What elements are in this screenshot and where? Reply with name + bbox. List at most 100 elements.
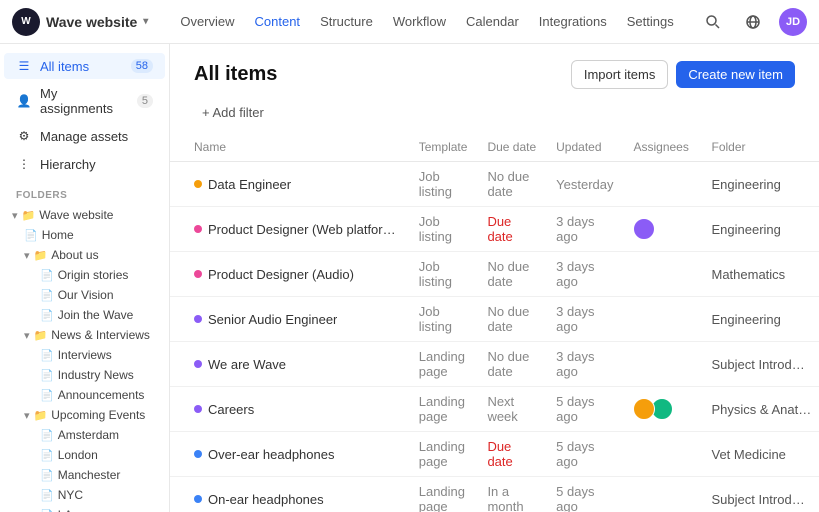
folder-label: Announcements xyxy=(58,388,157,402)
cell-folder: Vet Medicine xyxy=(701,432,819,477)
nav-calendar[interactable]: Calendar xyxy=(458,10,527,33)
cell-assignees xyxy=(623,387,701,432)
folder-icon: 📁 xyxy=(34,249,48,262)
site-chevron-icon[interactable]: ▾ xyxy=(143,16,148,27)
nav-structure[interactable]: Structure xyxy=(312,10,381,33)
status-dot xyxy=(194,405,202,413)
manage-assets-icon: ⚙ xyxy=(16,128,32,144)
folder-nyc[interactable]: 📄 NYC xyxy=(4,485,165,505)
page-icon: 📄 xyxy=(40,269,54,282)
folder-origin-stories[interactable]: 📄 Origin stories xyxy=(4,265,165,285)
nav-integrations[interactable]: Integrations xyxy=(531,10,615,33)
my-assignments-label: My assignments xyxy=(40,86,129,116)
folder-upcoming-events[interactable]: ▾ 📁 Upcoming Events xyxy=(4,405,165,425)
folder-about-us[interactable]: ▾ 📁 About us xyxy=(4,245,165,265)
col-updated[interactable]: Updated xyxy=(546,132,623,162)
table-row[interactable]: We are WaveLanding pageNo due date3 days… xyxy=(170,342,819,387)
user-avatar[interactable]: JD xyxy=(779,8,807,36)
folder-our-vision[interactable]: 📄 Our Vision xyxy=(4,285,165,305)
item-name[interactable]: We are Wave xyxy=(208,357,286,372)
item-name[interactable]: Careers xyxy=(208,402,254,417)
folder-manchester[interactable]: 📄 Manchester xyxy=(4,465,165,485)
status-dot xyxy=(194,315,202,323)
folder-announcements[interactable]: 📄 Announcements xyxy=(4,385,165,405)
col-template[interactable]: Template xyxy=(409,132,478,162)
globe-button[interactable] xyxy=(739,8,767,36)
nav-workflow[interactable]: Workflow xyxy=(385,10,454,33)
sidebar-item-hierarchy[interactable]: ⋮ Hierarchy xyxy=(4,151,165,177)
table-row[interactable]: Over-ear headphonesLanding pageDue date5… xyxy=(170,432,819,477)
main-layout: ☰ All items 58 👤 My assignments 5 ⚙ Mana… xyxy=(0,44,819,512)
col-assignees[interactable]: Assignees xyxy=(623,132,701,162)
folder-label: About us xyxy=(51,248,157,262)
folder-interviews[interactable]: 📄 Interviews xyxy=(4,345,165,365)
table-row[interactable]: Data EngineerJob listingNo due dateYeste… xyxy=(170,162,819,207)
sidebar-item-manage-assets[interactable]: ⚙ Manage assets xyxy=(4,123,165,149)
import-button[interactable]: Import items xyxy=(571,60,669,89)
create-new-item-button[interactable]: Create new item xyxy=(676,61,795,88)
cell-updated: Yesterday xyxy=(546,162,623,207)
page-icon: 📄 xyxy=(24,229,38,242)
folder-la[interactable]: 📄 LA xyxy=(4,505,165,512)
cell-name: Product Designer (Audio) xyxy=(170,252,409,297)
item-name[interactable]: Product Designer (Audio) xyxy=(208,267,354,282)
items-table-wrap: Name Template Due date Updated Assignees… xyxy=(170,132,819,512)
col-due-date[interactable]: Due date xyxy=(477,132,546,162)
col-folder[interactable]: Folder xyxy=(701,132,819,162)
nav-content[interactable]: Content xyxy=(247,10,309,33)
hierarchy-icon: ⋮ xyxy=(16,156,32,172)
nav-right: JD xyxy=(699,8,807,36)
folder-icon: ▾ xyxy=(12,209,18,222)
page-icon: 📄 xyxy=(40,289,54,302)
cell-assignees xyxy=(623,207,701,252)
item-name[interactable]: Data Engineer xyxy=(208,177,291,192)
folder-name: Engineering xyxy=(711,177,780,192)
nav-overview[interactable]: Overview xyxy=(172,10,242,33)
cell-due-date: No due date xyxy=(477,342,546,387)
cell-name: Senior Audio Engineer xyxy=(170,297,409,342)
page-icon: 📄 xyxy=(40,469,54,482)
top-navigation: W Wave website ▾ Overview Content Struct… xyxy=(0,0,819,44)
folder-tree: ▾ 📁 Wave website 📄 Home ▾ 📁 About us 📄 O… xyxy=(0,205,169,512)
cell-assignees xyxy=(623,342,701,387)
folder-label: Our Vision xyxy=(58,288,157,302)
folder-london[interactable]: 📄 London xyxy=(4,445,165,465)
page-icon: 📄 xyxy=(40,369,54,382)
my-assignments-count: 5 xyxy=(137,94,153,108)
manage-assets-label: Manage assets xyxy=(40,129,153,144)
item-name[interactable]: On-ear headphones xyxy=(208,492,324,507)
item-name[interactable]: Senior Audio Engineer xyxy=(208,312,337,327)
folder-label: Industry News xyxy=(58,368,157,382)
nav-settings[interactable]: Settings xyxy=(619,10,682,33)
table-row[interactable]: CareersLanding pageNext week5 days agoPh… xyxy=(170,387,819,432)
cell-folder: Subject Introd… xyxy=(701,477,819,512)
cell-updated: 3 days ago xyxy=(546,207,623,252)
table-row[interactable]: Product Designer (Audio)Job listingNo du… xyxy=(170,252,819,297)
cell-due-date: Next week xyxy=(477,387,546,432)
folder-wave-website[interactable]: ▾ 📁 Wave website xyxy=(4,205,165,225)
table-row[interactable]: On-ear headphonesLanding pageIn a month5… xyxy=(170,477,819,512)
item-name[interactable]: Product Designer (Web platfor… xyxy=(208,222,396,237)
folder-industry-news[interactable]: 📄 Industry News xyxy=(4,365,165,385)
folder-amsterdam[interactable]: 📄 Amsterdam xyxy=(4,425,165,445)
folder-news-interviews[interactable]: ▾ 📁 News & Interviews xyxy=(4,325,165,345)
table-row[interactable]: Product Designer (Web platfor… Job listin… xyxy=(170,207,819,252)
sidebar-item-all-items[interactable]: ☰ All items 58 xyxy=(4,53,165,79)
sidebar-item-my-assignments[interactable]: 👤 My assignments 5 xyxy=(4,81,165,121)
table-row[interactable]: Senior Audio EngineerJob listingNo due d… xyxy=(170,297,819,342)
folder-label: Interviews xyxy=(58,348,157,362)
cell-assignees xyxy=(623,477,701,512)
item-name[interactable]: Over-ear headphones xyxy=(208,447,334,462)
add-filter-button[interactable]: + Add filter xyxy=(194,101,272,124)
cell-template: Job listing xyxy=(409,207,478,252)
search-button[interactable] xyxy=(699,8,727,36)
col-name[interactable]: Name xyxy=(170,132,409,162)
all-items-icon: ☰ xyxy=(16,58,32,74)
cell-assignees xyxy=(623,162,701,207)
page-icon: 📄 xyxy=(40,389,54,402)
cell-updated: 5 days ago xyxy=(546,432,623,477)
status-dot xyxy=(194,360,202,368)
folder-join-wave[interactable]: 📄 Join the Wave xyxy=(4,305,165,325)
folder-home[interactable]: 📄 Home xyxy=(4,225,165,245)
logo-area[interactable]: W Wave website ▾ xyxy=(12,8,148,36)
